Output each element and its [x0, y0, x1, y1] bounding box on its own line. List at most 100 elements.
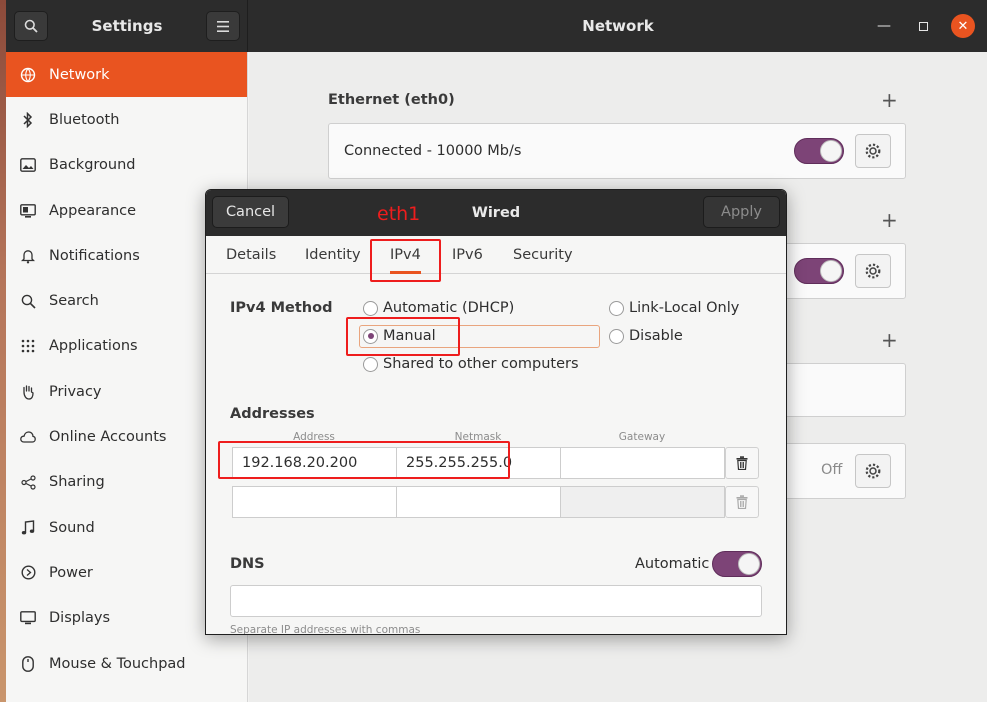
ethernet-section-title: Ethernet (eth0) [328, 92, 455, 108]
netmask-input-empty[interactable] [396, 486, 561, 518]
method-automatic[interactable]: Automatic (DHCP) [363, 300, 514, 316]
header-bar: Settings Network — ✕ [6, 0, 987, 52]
plus-icon: + [881, 208, 898, 232]
address-input-empty[interactable] [232, 486, 397, 518]
method-link-local[interactable]: Link-Local Only [609, 300, 739, 316]
ipv4-method-label: IPv4 Method [230, 300, 333, 316]
dns-automatic-label: Automatic [635, 556, 710, 572]
power-icon [20, 565, 36, 581]
sidebar-item-label: Mouse & Touchpad [49, 655, 186, 672]
gateway-input-empty[interactable] [560, 486, 725, 518]
dns-hint: Separate IP addresses with commas [230, 624, 421, 635]
sidebar-item-label: Sound [49, 519, 95, 536]
tab-ipv6[interactable]: IPv6 [452, 236, 483, 274]
sidebar-item-label: Sharing [49, 474, 105, 491]
sidebar-item-label: Power [49, 564, 93, 581]
sidebar-item-label: Online Accounts [49, 429, 167, 446]
display-icon [20, 610, 36, 626]
sidebar-item-label: Bluetooth [49, 111, 120, 128]
trash-icon [736, 495, 748, 509]
dns-input[interactable] [230, 585, 762, 617]
delete-row-button[interactable] [725, 447, 759, 479]
ethernet-status: Connected - 10000 Mb/s [344, 143, 522, 159]
tab-details[interactable]: Details [226, 236, 276, 274]
hand-icon [20, 384, 36, 400]
method-automatic-label: Automatic (DHCP) [383, 300, 515, 316]
close-button[interactable]: ✕ [951, 14, 975, 38]
method-shared[interactable]: Shared to other computers [363, 356, 579, 372]
gear-icon [865, 263, 881, 279]
gear-icon [865, 143, 881, 159]
appearance-icon [20, 203, 36, 219]
ethernet-settings-button-2[interactable] [855, 254, 891, 288]
radio-button[interactable] [363, 300, 378, 316]
sidebar-header: Settings [6, 0, 248, 52]
ethernet-settings-button[interactable] [855, 134, 891, 168]
method-disable[interactable]: Disable [609, 328, 683, 344]
add-connection-button[interactable]: + [881, 88, 898, 112]
sidebar-item-label: Displays [49, 610, 111, 627]
annotation-box-manual [346, 317, 460, 356]
method-link-local-label: Link-Local Only [629, 300, 740, 316]
add-vpn-button[interactable]: + [881, 328, 898, 352]
sidebar-item-network[interactable]: Network [6, 52, 247, 98]
cloud-icon [20, 429, 36, 445]
method-disable-label: Disable [629, 328, 683, 344]
annotation-box-ipv4-tab [370, 239, 441, 282]
maximize-icon [918, 21, 928, 31]
cancel-button[interactable]: Cancel [212, 196, 289, 228]
dns-label: DNS [230, 556, 265, 572]
ethernet-card: Connected - 10000 Mb/s [328, 123, 906, 179]
sidebar-item-background[interactable]: Background [6, 143, 247, 188]
tab-security[interactable]: Security [513, 236, 573, 274]
close-icon: ✕ [957, 18, 969, 34]
trash-icon [736, 456, 748, 470]
radio-button[interactable] [609, 328, 624, 344]
gear-icon [865, 463, 881, 479]
radio-button[interactable] [609, 300, 624, 316]
ethernet-toggle-2[interactable] [794, 258, 844, 284]
apply-button[interactable]: Apply [703, 196, 780, 228]
proxy-settings-button[interactable] [855, 454, 891, 488]
toggle-knob [820, 140, 842, 162]
wired-dialog: Wired Cancel Apply Details Identity IPv4… [205, 189, 787, 635]
dialog-tabs: Details Identity IPv4 IPv6 Security [206, 236, 786, 274]
toggle-knob [820, 260, 842, 282]
hamburger-icon [217, 20, 229, 32]
maximize-button[interactable] [911, 14, 935, 38]
annotation-label: eth1 [377, 203, 421, 225]
minimize-icon: — [877, 18, 891, 34]
network-icon [20, 67, 36, 83]
search-icon [20, 293, 36, 309]
share-icon [20, 474, 36, 490]
sidebar-item-label: Search [49, 293, 99, 310]
sidebar-item-bluetooth[interactable]: Bluetooth [6, 97, 247, 142]
delete-row-button-disabled[interactable] [725, 486, 759, 518]
menu-button[interactable] [206, 11, 240, 41]
addresses-label: Addresses [230, 406, 315, 422]
tab-identity[interactable]: Identity [305, 236, 361, 274]
dialog-header: Wired Cancel Apply [206, 190, 786, 236]
sidebar-item-label: Background [49, 157, 136, 174]
bell-icon [20, 248, 36, 264]
background-icon [20, 157, 36, 173]
add-connection-button-2[interactable]: + [881, 208, 898, 232]
toggle-knob [738, 553, 760, 575]
grid-icon [20, 338, 36, 354]
dialog-title: Wired [471, 205, 521, 221]
radio-button[interactable] [363, 356, 378, 372]
minimize-button[interactable]: — [872, 14, 896, 38]
sidebar-item-label: Appearance [49, 202, 137, 219]
sidebar-item-label: Applications [49, 338, 138, 355]
sidebar-item-mouse-touchpad[interactable]: Mouse & Touchpad [6, 641, 247, 686]
column-gateway: Gateway [618, 431, 666, 443]
method-shared-label: Shared to other computers [383, 356, 579, 372]
proxy-status: Off [821, 462, 843, 478]
mouse-icon [20, 655, 36, 672]
annotation-box-address [218, 441, 510, 479]
ethernet-toggle[interactable] [794, 138, 844, 164]
gateway-input[interactable] [560, 447, 725, 479]
sidebar-item-label: Privacy [49, 383, 102, 400]
music-note-icon [20, 519, 36, 536]
dns-automatic-toggle[interactable] [712, 551, 762, 577]
